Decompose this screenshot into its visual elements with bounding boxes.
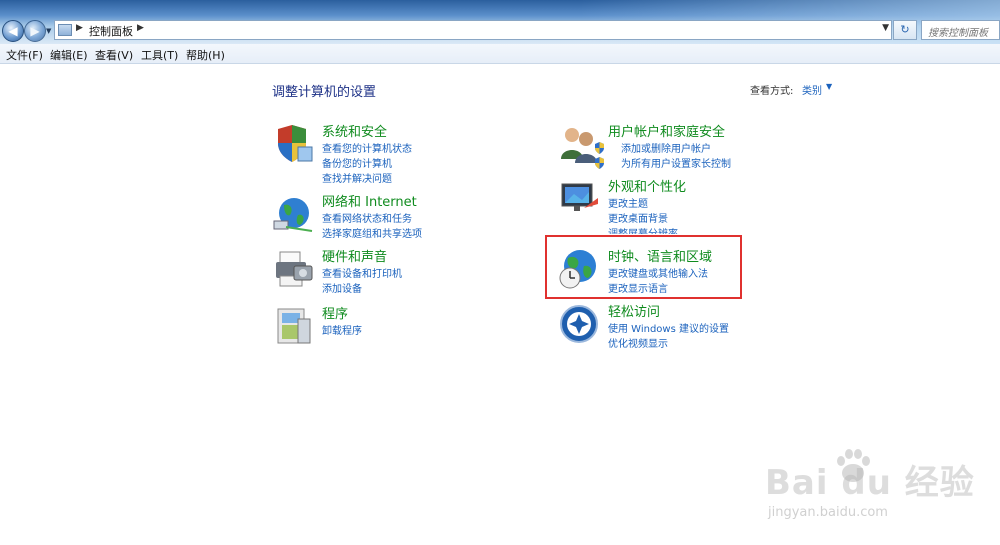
system-security-title[interactable]: 系统和安全: [322, 121, 387, 140]
breadcrumb-separator-icon[interactable]: ▶: [137, 23, 144, 33]
menu-edit[interactable]: 编辑(E): [50, 47, 88, 63]
network-internet-title[interactable]: 网络和 Internet: [322, 191, 417, 210]
watermark-brand: Bai du 经验: [765, 463, 975, 503]
refresh-button[interactable]: ↻: [893, 20, 917, 40]
menu-tools[interactable]: 工具(T): [141, 47, 178, 63]
control-panel-icon: [58, 24, 72, 36]
link-uninstall-program[interactable]: 卸载程序: [322, 322, 362, 337]
menu-view[interactable]: 查看(V): [95, 47, 133, 63]
link-find-fix-problems[interactable]: 查找并解决问题: [322, 170, 392, 185]
menu-file[interactable]: 文件(F): [6, 47, 43, 63]
category-hardware-sound: 硬件和声音 查看设备和打印机 添加设备: [272, 246, 492, 295]
link-add-remove-user-accounts[interactable]: 添加或删除用户帐户: [621, 140, 711, 155]
link-optimize-visual-display[interactable]: 优化视频显示: [608, 335, 668, 350]
programs-title[interactable]: 程序: [322, 303, 348, 322]
recent-pages-dropdown-icon[interactable]: ▼: [46, 27, 51, 35]
category-programs: 程序 卸载程序: [272, 305, 492, 345]
link-adjust-resolution[interactable]: 调整屏幕分辨率: [608, 225, 678, 234]
category-appearance: 外观和个性化 更改主题 更改桌面背景 调整屏幕分辨率: [558, 178, 778, 234]
ease-of-access-title[interactable]: 轻松访问: [608, 301, 660, 320]
view-by-dropdown-icon[interactable]: ▼: [826, 82, 832, 91]
highlight-box: [545, 235, 742, 299]
ease-access-icon[interactable]: [558, 303, 600, 345]
appearance-title[interactable]: 外观和个性化: [608, 176, 686, 195]
user-accounts-title[interactable]: 用户帐户和家庭安全: [608, 121, 725, 140]
link-backup-computer[interactable]: 备份您的计算机: [322, 155, 392, 170]
forward-button[interactable]: ▶: [24, 20, 46, 42]
watermark-url: jingyan.baidu.com: [768, 505, 888, 520]
breadcrumb-control-panel[interactable]: 控制面板: [89, 23, 133, 39]
category-system-security: 系统和安全 查看您的计算机状态 备份您的计算机 查找并解决问题: [272, 123, 492, 187]
link-change-desktop-background[interactable]: 更改桌面背景: [608, 210, 668, 225]
control-panel-window: ◀ ▶ ▼ ▶ 控制面板 ▶ ▼ ↻ 文件(F) 编辑(E) 查看(V) 工具(…: [0, 0, 1000, 545]
shield-flag-icon[interactable]: [272, 123, 314, 165]
menu-help[interactable]: 帮助(H): [186, 47, 225, 63]
link-view-computer-status[interactable]: 查看您的计算机状态: [322, 140, 412, 155]
link-change-theme[interactable]: 更改主题: [608, 195, 648, 210]
breadcrumb-separator-icon[interactable]: ▶: [76, 23, 83, 33]
search-box[interactable]: [921, 20, 1000, 43]
menu-bar: 文件(F) 编辑(E) 查看(V) 工具(T) 帮助(H): [0, 44, 1000, 64]
page-title: 调整计算机的设置: [272, 85, 377, 100]
link-add-device[interactable]: 添加设备: [322, 280, 362, 295]
search-input[interactable]: [922, 24, 997, 43]
category-user-accounts: 用户帐户和家庭安全 添加或删除用户帐户 为所有用户设置家长控制: [558, 123, 778, 173]
view-by-label: 查看方式:: [750, 86, 794, 97]
link-view-network-status[interactable]: 查看网络状态和任务: [322, 210, 412, 225]
monitor-icon[interactable]: [558, 178, 600, 220]
network-globe-icon[interactable]: [272, 193, 314, 235]
view-by-select[interactable]: 类别: [802, 82, 822, 97]
uac-shield-icon: [595, 157, 604, 169]
programs-icon[interactable]: [272, 305, 314, 347]
address-bar: ◀ ▶ ▼ ▶ 控制面板 ▶ ▼ ↻: [0, 0, 1000, 44]
back-button[interactable]: ◀: [2, 20, 24, 42]
link-parental-controls[interactable]: 为所有用户设置家长控制: [621, 155, 731, 170]
category-ease-of-access: 轻松访问 使用 Windows 建议的设置 优化视频显示: [558, 301, 778, 350]
link-windows-recommended-settings[interactable]: 使用 Windows 建议的设置: [608, 320, 729, 335]
category-network-internet: 网络和 Internet 查看网络状态和任务 选择家庭组和共享选项: [272, 191, 492, 240]
hardware-sound-title[interactable]: 硬件和声音: [322, 246, 387, 265]
breadcrumb[interactable]: ▶ 控制面板 ▶ ▼: [54, 20, 892, 40]
main-content: 调整计算机的设置 查看方式: 类别 ▼ 系统和安全 查看您的计算机状态 备份您的…: [0, 65, 1000, 545]
link-devices-printers[interactable]: 查看设备和打印机: [322, 265, 402, 280]
address-dropdown-icon[interactable]: ▼: [882, 23, 889, 33]
link-homegroup-sharing[interactable]: 选择家庭组和共享选项: [322, 225, 422, 240]
printer-icon[interactable]: [272, 248, 314, 290]
uac-shield-icon: [595, 142, 604, 154]
